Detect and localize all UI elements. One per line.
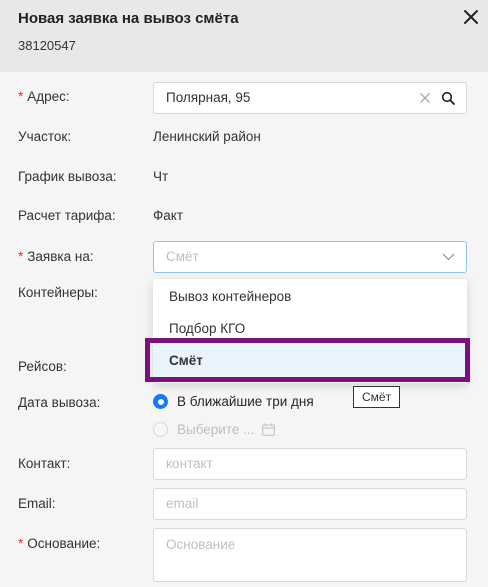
- dropdown-item-container-removal[interactable]: Вывоз контейнеров: [153, 281, 467, 313]
- basis-label: * Основание:: [18, 536, 101, 551]
- required-mark: *: [18, 249, 24, 264]
- close-icon: [464, 10, 478, 24]
- schedule-value: Чт: [153, 169, 169, 184]
- calendar-icon: [262, 423, 276, 436]
- schedule-label: График вывоза:: [18, 169, 117, 184]
- address-label: * Адрес:: [18, 89, 70, 104]
- page-title: Новая заявка на вывоз смёта: [18, 10, 239, 27]
- tooltip: Смёт: [353, 386, 401, 408]
- email-input[interactable]: email: [153, 488, 467, 520]
- contact-input[interactable]: контакт: [153, 448, 467, 480]
- required-mark: *: [18, 89, 24, 104]
- tariff-value: Факт: [153, 208, 184, 223]
- date-option-choose: Выберите ...: [153, 422, 276, 437]
- radio-unchecked: [153, 422, 168, 437]
- chevron-down-icon: [442, 242, 455, 272]
- trips-label: Рейсов:: [18, 359, 67, 374]
- address-value: Полярная, 95: [166, 90, 251, 105]
- request-for-select[interactable]: Смёт: [153, 241, 467, 273]
- dropdown-item-kgo-pickup[interactable]: Подбор КГО: [153, 313, 467, 345]
- clear-button[interactable]: [419, 83, 431, 113]
- drawer-header: Новая заявка на вывоз смёта 38120547: [0, 0, 488, 72]
- containers-label: Контейнеры:: [18, 285, 98, 300]
- date-label: Дата вывоза:: [18, 395, 101, 410]
- request-for-label: * Заявка на:: [18, 249, 94, 264]
- date-option-three-days[interactable]: В ближайшие три дня: [153, 394, 314, 409]
- contact-label: Контакт:: [18, 456, 71, 471]
- required-mark: *: [18, 536, 24, 551]
- tariff-label: Расчет тарифа:: [18, 208, 116, 223]
- clear-icon: [420, 93, 430, 103]
- district-label: Участок:: [18, 129, 72, 144]
- dropdown-item-sweepings[interactable]: Смёт: [153, 345, 467, 377]
- close-button[interactable]: [460, 6, 482, 28]
- search-button[interactable]: [441, 83, 455, 113]
- request-for-placeholder: Смёт: [166, 249, 199, 264]
- basis-textarea[interactable]: Основание: [153, 528, 467, 582]
- request-number: 38120547: [18, 38, 76, 53]
- email-label: Email:: [18, 496, 56, 511]
- new-request-drawer: Новая заявка на вывоз смёта 38120547 * Ад…: [0, 0, 488, 587]
- address-input[interactable]: Полярная, 95: [153, 82, 467, 114]
- request-for-dropdown: Вывоз контейнеров Подбор КГО Смёт: [153, 279, 467, 383]
- radio-checked[interactable]: [153, 394, 168, 409]
- district-value: Ленинский район: [153, 129, 261, 144]
- search-icon: [441, 91, 455, 105]
